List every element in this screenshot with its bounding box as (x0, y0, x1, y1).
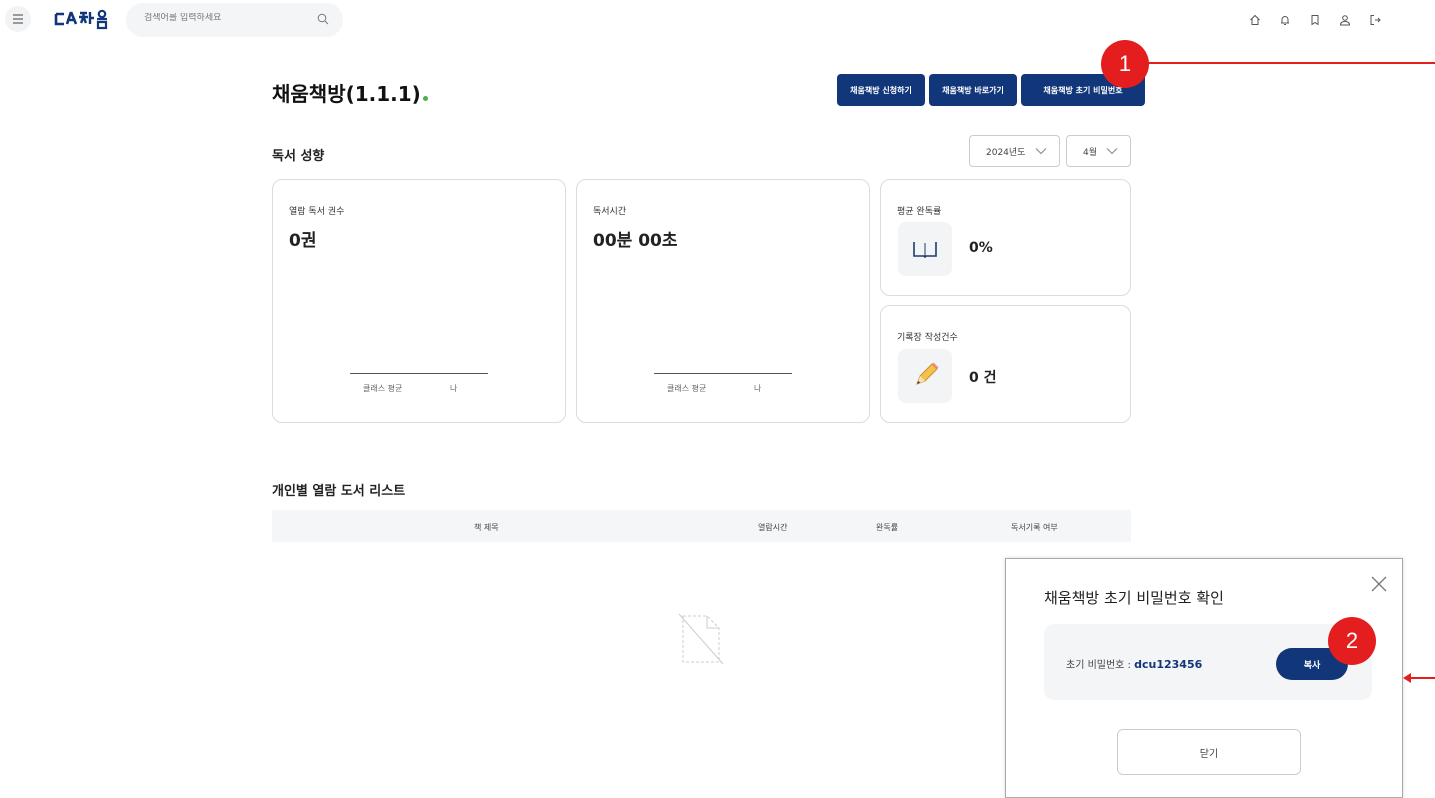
annotation-badge-1: 1 (1101, 40, 1149, 88)
book-list-title: 개인별 열람 도서 리스트 (272, 484, 406, 499)
col-record: 독서기록 여부 (1011, 523, 1058, 532)
page-title-text: 채움책방(1.1.1) (272, 82, 421, 106)
bell-icon[interactable] (1277, 12, 1293, 28)
empty-document-icon (678, 613, 724, 665)
books-card: 열람 독서 권수 0권 클래스 평균 나 (272, 179, 566, 423)
completion-card: 평균 완독률 0% (880, 179, 1131, 296)
search-icon[interactable] (317, 13, 329, 25)
books-value: 0권 (289, 231, 317, 251)
month-select-value: 4월 (1083, 147, 1098, 158)
close-button[interactable]: 닫기 (1117, 729, 1301, 775)
user-icon[interactable] (1337, 12, 1353, 28)
pencil-icon (898, 349, 952, 403)
logout-icon[interactable] (1367, 12, 1383, 28)
bookmark-icon[interactable] (1307, 12, 1323, 28)
col-title: 책 제목 (474, 523, 499, 532)
legend-class-avg: 클래스 평균 (363, 384, 403, 393)
page-title: 채움책방(1.1.1) (272, 78, 428, 107)
chart-baseline (350, 373, 488, 374)
year-select-value: 2024년도 (986, 147, 1026, 158)
close-icon[interactable] (1370, 575, 1388, 593)
reading-section-title: 독서 성향 (272, 149, 325, 164)
menu-button[interactable] (5, 6, 31, 32)
top-bar (0, 0, 1435, 40)
book-icon (898, 222, 952, 276)
annotation-arrow-2 (1403, 673, 1435, 683)
goto-button[interactable]: 채움책방 바로가기 (929, 74, 1017, 106)
col-completion: 완독률 (876, 523, 899, 532)
password-modal: 채움책방 초기 비밀번호 확인 초기 비밀번호 : dcu123456 복사 닫… (1005, 558, 1403, 798)
col-time: 열람시간 (758, 523, 788, 532)
chevron-down-icon (1035, 148, 1047, 155)
header-buttons: 채움책방 신청하기 채움책방 바로가기 채움책방 초기 비밀번호 (837, 74, 1145, 106)
modal-title: 채움책방 초기 비밀번호 확인 (1044, 589, 1224, 607)
legend-me: 나 (450, 384, 458, 393)
apply-button[interactable]: 채움책방 신청하기 (837, 74, 925, 106)
annotation-line-1 (1147, 62, 1435, 64)
time-value: 00분 00초 (593, 231, 678, 251)
logo[interactable] (54, 8, 110, 30)
year-select[interactable]: 2024년도 (969, 135, 1060, 167)
top-icons (1247, 12, 1383, 28)
records-label: 기록장 작성건수 (897, 333, 958, 343)
title-dot (422, 96, 428, 101)
password-label-text: 초기 비밀번호 : (1066, 660, 1135, 671)
book-list-header: 책 제목 열람시간 완독률 독서기록 여부 (272, 510, 1131, 542)
password-value: dcu123456 (1134, 658, 1203, 671)
completion-value: 0% (969, 240, 993, 256)
time-label: 독서시간 (593, 207, 627, 217)
search-input[interactable] (144, 13, 294, 23)
search-bar (126, 3, 343, 37)
reading-time-card: 독서시간 00분 00초 클래스 평균 나 (576, 179, 870, 423)
records-card: 기록장 작성건수 0 건 (880, 305, 1131, 423)
records-value: 0 건 (969, 370, 997, 386)
chevron-down-icon (1106, 148, 1118, 155)
hamburger-icon (13, 14, 23, 24)
annotation-badge-2: 2 (1328, 617, 1376, 665)
books-label: 열람 독서 권수 (289, 207, 345, 217)
password-box: 초기 비밀번호 : dcu123456 복사 (1044, 624, 1372, 700)
completion-label: 평균 완독률 (897, 207, 942, 217)
legend-class-avg: 클래스 평균 (667, 384, 707, 393)
password-label: 초기 비밀번호 : dcu123456 (1066, 656, 1202, 671)
legend-me: 나 (754, 384, 762, 393)
home-icon[interactable] (1247, 12, 1263, 28)
chart-baseline (654, 373, 792, 374)
month-select[interactable]: 4월 (1066, 135, 1131, 167)
